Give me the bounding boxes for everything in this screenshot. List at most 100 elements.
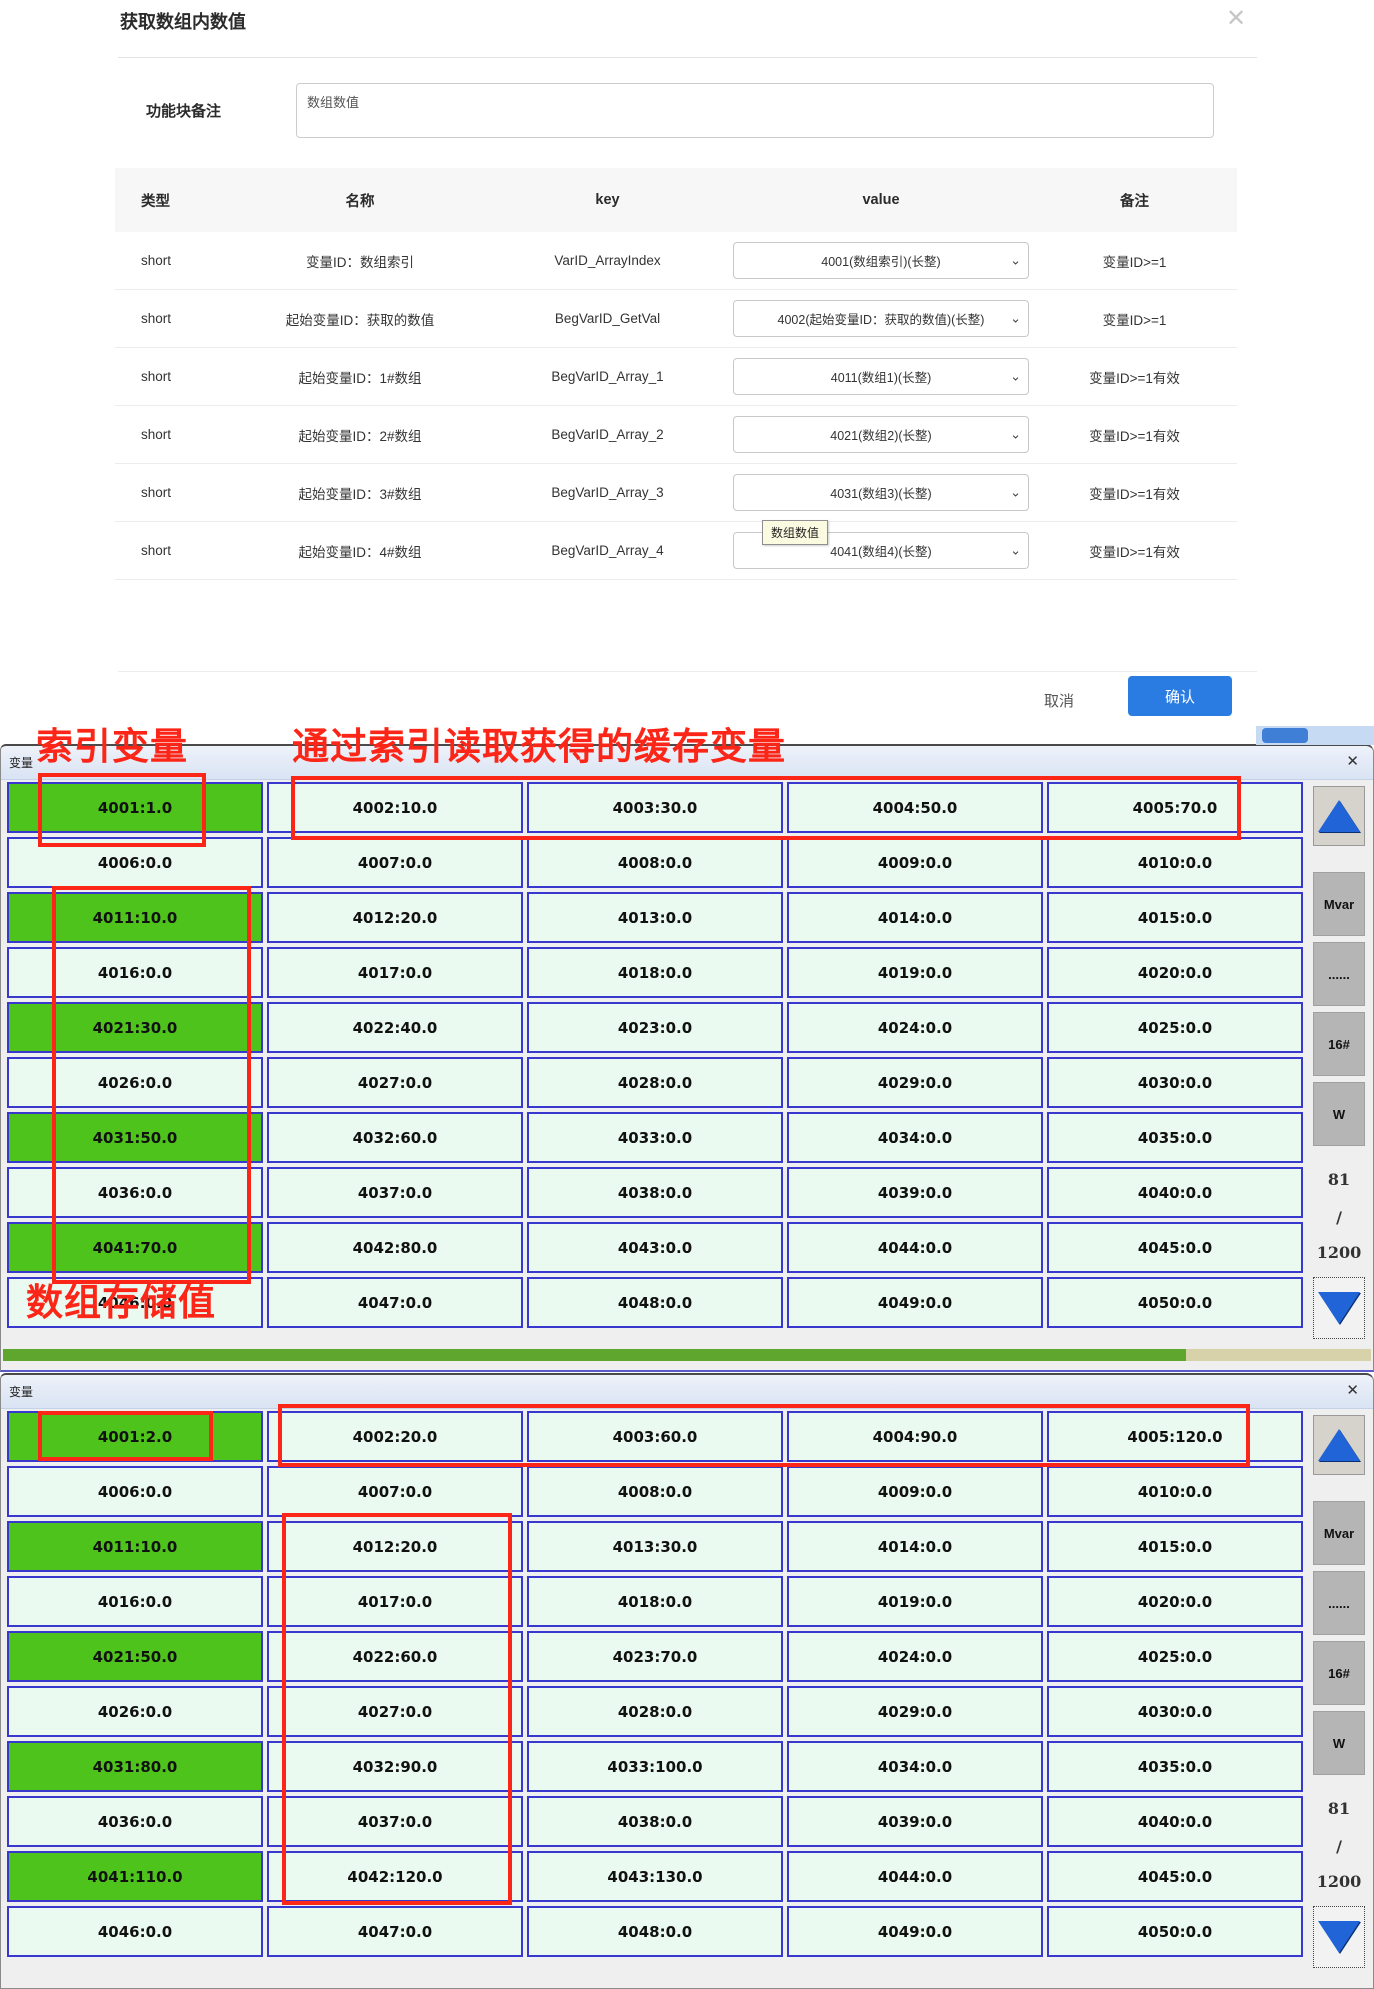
- var-cell[interactable]: 4031:80.0: [5, 1739, 265, 1794]
- var-cell[interactable]: 4005:70.0: [1045, 780, 1305, 835]
- var-cell[interactable]: 4028:0.0: [525, 1684, 785, 1739]
- function-block-remark-textarea[interactable]: 数组数值: [296, 83, 1214, 138]
- var-cell[interactable]: 4003:30.0: [525, 780, 785, 835]
- sidebar-button-[interactable]: ......: [1313, 942, 1365, 1006]
- var-cell[interactable]: 4043:130.0: [525, 1849, 785, 1904]
- sidebar-button-Mvar[interactable]: Mvar: [1313, 872, 1365, 936]
- var-cell[interactable]: 4030:0.0: [1045, 1684, 1305, 1739]
- var-cell[interactable]: 4032:90.0: [265, 1739, 525, 1794]
- var-cell[interactable]: 4012:20.0: [265, 1519, 525, 1574]
- var-cell[interactable]: 4005:120.0: [1045, 1409, 1305, 1464]
- var-cell[interactable]: 4022:60.0: [265, 1629, 525, 1684]
- var-cell[interactable]: 4028:0.0: [525, 1055, 785, 1110]
- var-cell[interactable]: 4024:0.0: [785, 1000, 1045, 1055]
- sidebar-button-W[interactable]: W: [1313, 1082, 1365, 1146]
- sidebar-button-16[interactable]: 16#: [1313, 1012, 1365, 1076]
- value-dropdown[interactable]: 4031(数组3)(长整)⌄: [733, 474, 1029, 511]
- var-cell[interactable]: 4037:0.0: [265, 1165, 525, 1220]
- var-cell[interactable]: 4021:30.0: [5, 1000, 265, 1055]
- var-cell[interactable]: 4010:0.0: [1045, 835, 1305, 890]
- var-cell[interactable]: 4017:0.0: [265, 1574, 525, 1629]
- var-cell[interactable]: 4006:0.0: [5, 1464, 265, 1519]
- var-cell[interactable]: 4040:0.0: [1045, 1165, 1305, 1220]
- var-cell[interactable]: 4029:0.0: [785, 1055, 1045, 1110]
- var-cell[interactable]: 4031:50.0: [5, 1110, 265, 1165]
- var-cell[interactable]: 4018:0.0: [525, 1574, 785, 1629]
- var-cell[interactable]: 4036:0.0: [5, 1165, 265, 1220]
- var-cell[interactable]: 4011:10.0: [5, 890, 265, 945]
- var-cell[interactable]: 4012:20.0: [265, 890, 525, 945]
- var-cell[interactable]: 4004:50.0: [785, 780, 1045, 835]
- var-cell[interactable]: 4010:0.0: [1045, 1464, 1305, 1519]
- var-cell[interactable]: 4006:0.0: [5, 835, 265, 890]
- var-cell[interactable]: 4023:70.0: [525, 1629, 785, 1684]
- var-cell[interactable]: 4034:0.0: [785, 1739, 1045, 1794]
- var-cell[interactable]: 4037:0.0: [265, 1794, 525, 1849]
- var-cell[interactable]: 4038:0.0: [525, 1165, 785, 1220]
- var-cell[interactable]: 4039:0.0: [785, 1165, 1045, 1220]
- var-cell[interactable]: 4013:30.0: [525, 1519, 785, 1574]
- var-cell[interactable]: 4034:0.0: [785, 1110, 1045, 1165]
- var-cell[interactable]: 4017:0.0: [265, 945, 525, 1000]
- var-cell[interactable]: 4016:0.0: [5, 1574, 265, 1629]
- value-dropdown[interactable]: 4001(数组索引)(长整)⌄: [733, 242, 1029, 279]
- var-cell[interactable]: 4038:0.0: [525, 1794, 785, 1849]
- var-cell[interactable]: 4019:0.0: [785, 1574, 1045, 1629]
- var-cell[interactable]: 4021:50.0: [5, 1629, 265, 1684]
- var-cell[interactable]: 4013:0.0: [525, 890, 785, 945]
- var-cell[interactable]: 4008:0.0: [525, 1464, 785, 1519]
- var-cell[interactable]: 4025:0.0: [1045, 1629, 1305, 1684]
- horizontal-scrollbar-thumb[interactable]: [3, 1349, 1186, 1361]
- var-cell[interactable]: 4047:0.0: [265, 1275, 525, 1330]
- var-cell[interactable]: 4026:0.0: [5, 1055, 265, 1110]
- var-cell[interactable]: 4046:0.0: [5, 1904, 265, 1959]
- var-cell[interactable]: 4011:10.0: [5, 1519, 265, 1574]
- panel-close-icon[interactable]: ✕: [1346, 752, 1359, 770]
- var-cell[interactable]: 4003:60.0: [525, 1409, 785, 1464]
- var-cell[interactable]: 4025:0.0: [1045, 1000, 1305, 1055]
- var-cell[interactable]: 4048:0.0: [525, 1275, 785, 1330]
- panel-close-icon[interactable]: ✕: [1346, 1381, 1359, 1399]
- var-cell[interactable]: 4044:0.0: [785, 1220, 1045, 1275]
- var-cell[interactable]: 4026:0.0: [5, 1684, 265, 1739]
- horizontal-scrollbar[interactable]: [3, 1349, 1371, 1361]
- var-cell[interactable]: 4020:0.0: [1045, 945, 1305, 1000]
- scroll-up-button[interactable]: [1313, 1415, 1365, 1475]
- value-dropdown[interactable]: 4011(数组1)(长整)⌄: [733, 358, 1029, 395]
- var-cell[interactable]: 4047:0.0: [265, 1904, 525, 1959]
- cancel-button[interactable]: 取消: [1022, 682, 1096, 718]
- var-cell[interactable]: 4030:0.0: [1045, 1055, 1305, 1110]
- var-cell[interactable]: 4014:0.0: [785, 1519, 1045, 1574]
- var-cell[interactable]: 4049:0.0: [785, 1275, 1045, 1330]
- var-cell[interactable]: 4045:0.0: [1045, 1220, 1305, 1275]
- var-cell[interactable]: 4009:0.0: [785, 1464, 1045, 1519]
- var-cell[interactable]: 4014:0.0: [785, 890, 1045, 945]
- var-cell[interactable]: 4032:60.0: [265, 1110, 525, 1165]
- var-cell[interactable]: 4044:0.0: [785, 1849, 1045, 1904]
- var-cell[interactable]: 4018:0.0: [525, 945, 785, 1000]
- var-cell[interactable]: 4019:0.0: [785, 945, 1045, 1000]
- var-cell[interactable]: 4035:0.0: [1045, 1110, 1305, 1165]
- value-dropdown[interactable]: 4002(起始变量ID：获取的数值)(长整)⌄: [733, 300, 1029, 337]
- var-cell[interactable]: 4020:0.0: [1045, 1574, 1305, 1629]
- var-cell[interactable]: 4015:0.0: [1045, 890, 1305, 945]
- var-cell[interactable]: 4016:0.0: [5, 945, 265, 1000]
- var-cell[interactable]: 4033:100.0: [525, 1739, 785, 1794]
- var-cell[interactable]: 4048:0.0: [525, 1904, 785, 1959]
- var-cell[interactable]: 4004:90.0: [785, 1409, 1045, 1464]
- var-cell[interactable]: 4029:0.0: [785, 1684, 1045, 1739]
- scroll-up-button[interactable]: [1313, 786, 1365, 846]
- var-cell[interactable]: 4045:0.0: [1045, 1849, 1305, 1904]
- var-cell[interactable]: 4001:1.0: [5, 780, 265, 835]
- var-cell[interactable]: 4023:0.0: [525, 1000, 785, 1055]
- var-cell[interactable]: 4002:20.0: [265, 1409, 525, 1464]
- var-cell[interactable]: 4033:0.0: [525, 1110, 785, 1165]
- var-cell[interactable]: 4040:0.0: [1045, 1794, 1305, 1849]
- var-cell[interactable]: 4035:0.0: [1045, 1739, 1305, 1794]
- var-cell[interactable]: 4002:10.0: [265, 780, 525, 835]
- var-cell[interactable]: 4015:0.0: [1045, 1519, 1305, 1574]
- sidebar-button-W[interactable]: W: [1313, 1711, 1365, 1775]
- scroll-down-button[interactable]: [1313, 1277, 1365, 1339]
- var-cell[interactable]: 4027:0.0: [265, 1684, 525, 1739]
- sidebar-button-[interactable]: ......: [1313, 1571, 1365, 1635]
